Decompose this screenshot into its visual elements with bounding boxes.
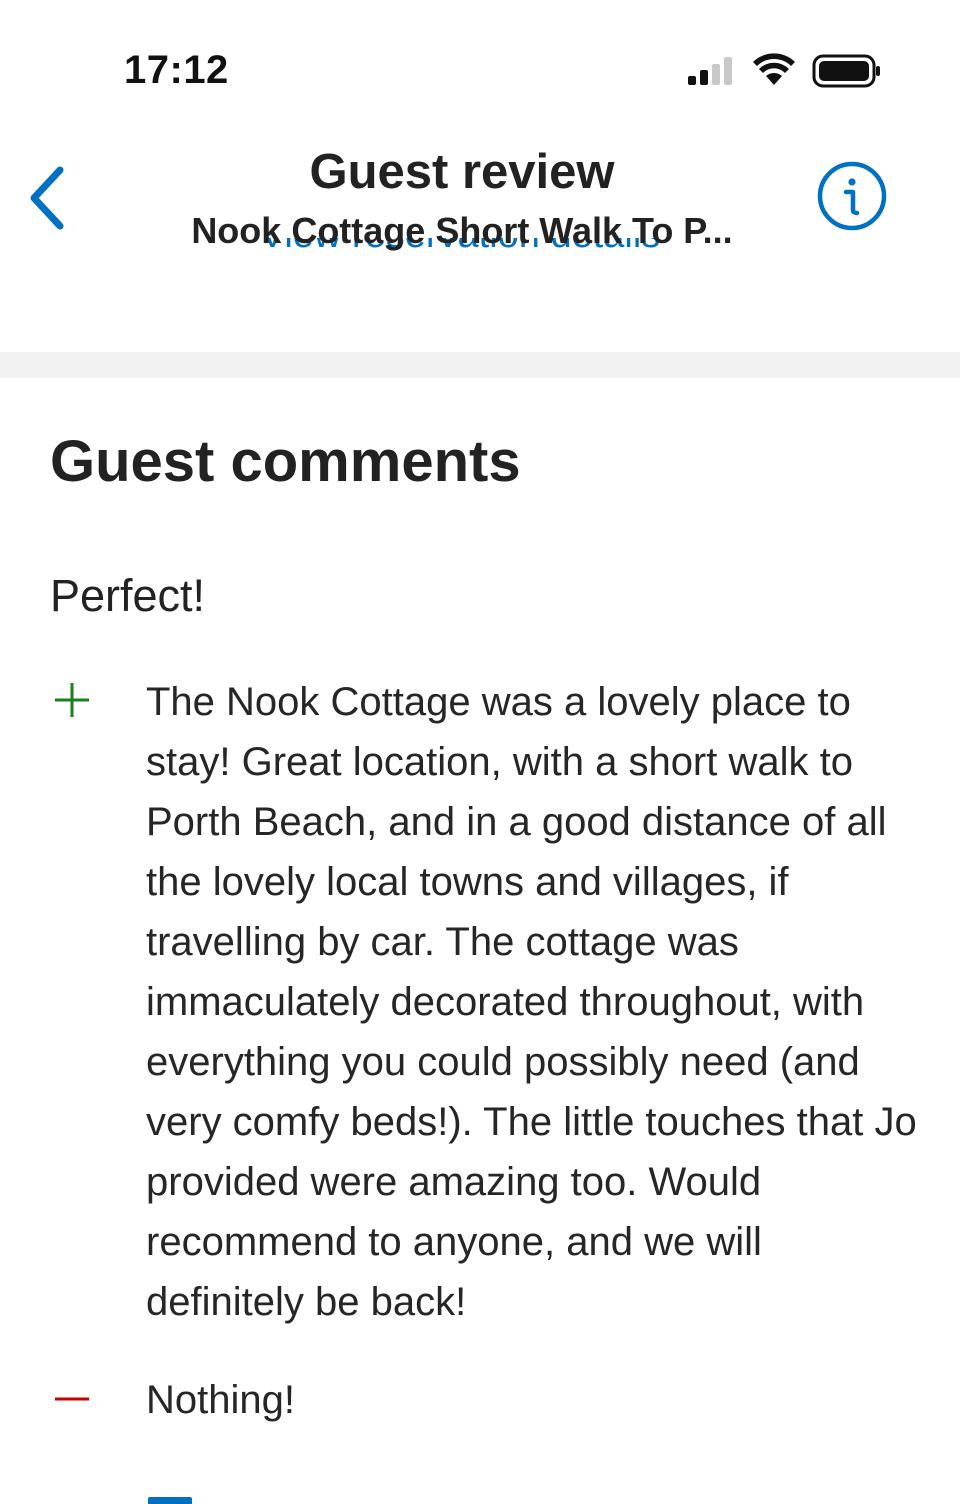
navigation-header: View reservation details Guest review No…: [0, 130, 960, 352]
status-bar: 17:12: [0, 0, 960, 130]
guest-review-screen: 17:12 View reservation details Guest rev: [0, 0, 960, 1504]
cellular-signal-icon: [688, 57, 732, 85]
plus-icon: [55, 683, 89, 717]
negative-comment: Nothing!: [146, 1378, 295, 1422]
info-button[interactable]: [816, 158, 888, 234]
section-divider: [0, 352, 960, 378]
minus-icon: [55, 1397, 89, 1401]
info-icon: [817, 161, 887, 231]
status-time: 17:12: [124, 48, 229, 92]
property-name: Nook Cottage Short Walk To P...: [191, 210, 733, 251]
positive-comment: The Nook Cottage was a lovely place to s…: [146, 680, 917, 1324]
wifi-icon: [753, 53, 795, 85]
review-headline: Perfect!: [50, 570, 206, 621]
page-title: Guest review: [309, 145, 615, 199]
section-title: Guest comments: [50, 429, 521, 494]
reply-icon: [148, 1497, 192, 1504]
battery-icon: [812, 54, 880, 88]
